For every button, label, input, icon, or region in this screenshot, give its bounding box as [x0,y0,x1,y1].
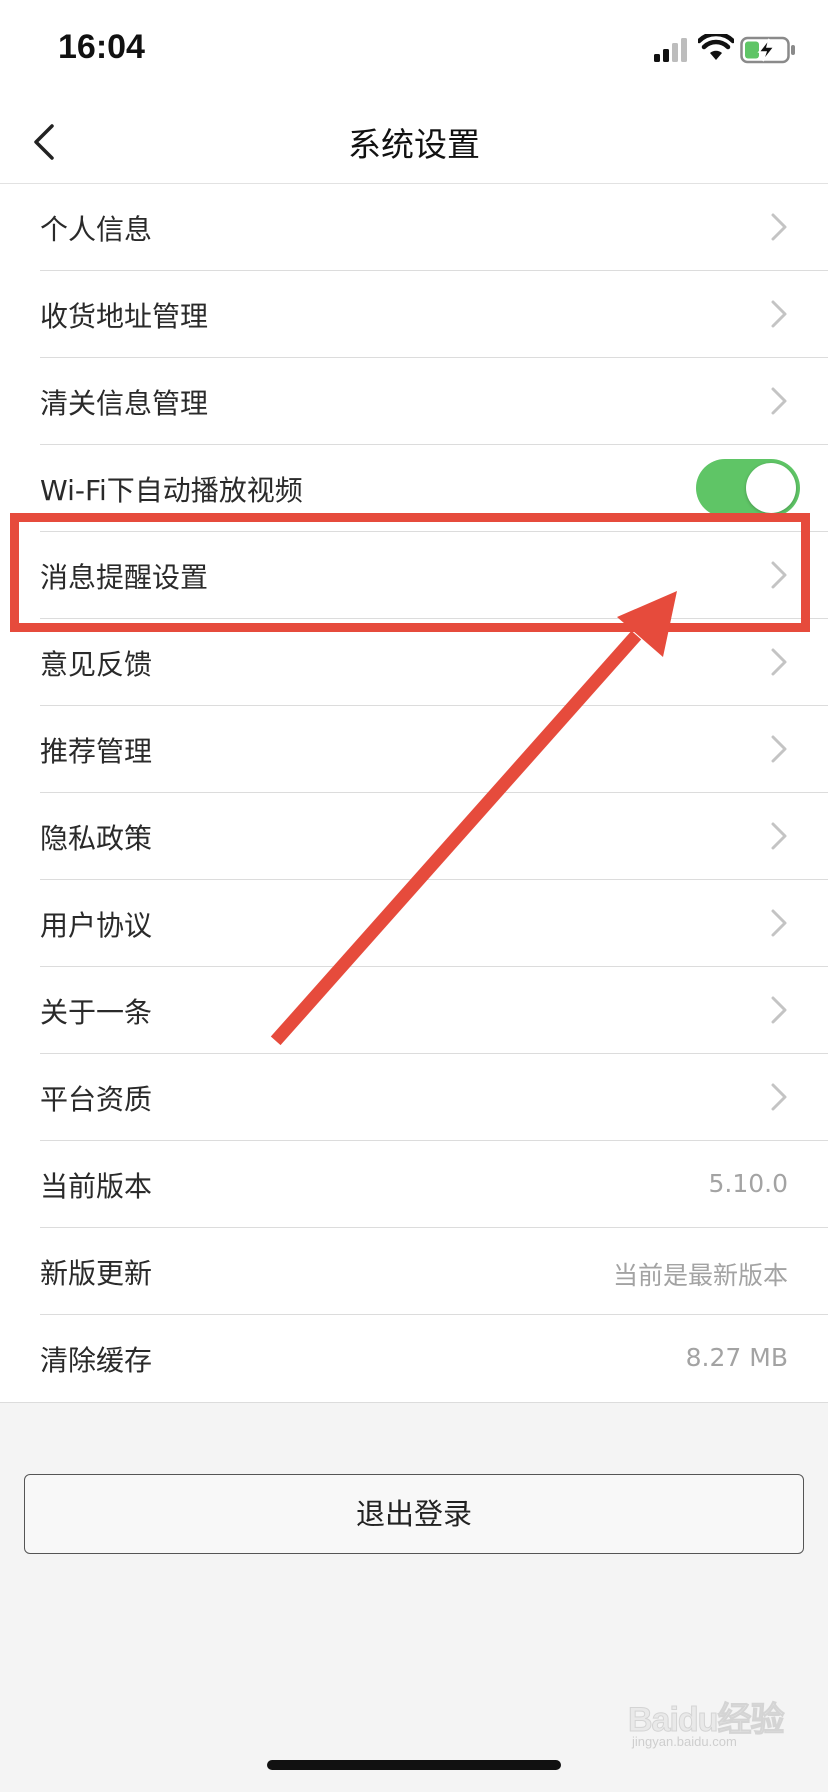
chevron-right-icon [771,213,787,241]
settings-item-clear-cache[interactable]: 清除缓存 8.27 MB [0,1315,828,1402]
status-bar: 16:04 [0,0,828,100]
settings-item-check-update[interactable]: 新版更新 当前是最新版本 [0,1228,828,1315]
settings-item-shipping-address[interactable]: 收货地址管理 [0,271,828,358]
signal-icon [654,38,687,62]
settings-item-label: Wi-Fi下自动播放视频 [40,474,303,507]
settings-item-label: 个人信息 [40,213,153,246]
settings-item-personal-info[interactable]: 个人信息 [0,184,828,271]
chevron-right-icon [771,735,787,763]
settings-item-label: 用户协议 [40,909,153,942]
wifi-autoplay-toggle[interactable] [696,459,800,517]
cache-size-value: 8.27 MB [685,1343,788,1372]
chevron-right-icon [771,996,787,1024]
update-status-value: 当前是最新版本 [612,1261,788,1290]
settings-item-label: 收货地址管理 [40,300,209,333]
settings-item-privacy-policy[interactable]: 隐私政策 [0,793,828,880]
version-value: 5.10.0 [708,1169,788,1198]
battery-charging-icon [740,36,795,64]
chevron-right-icon [771,300,787,328]
logout-button[interactable]: 退出登录 [24,1474,804,1554]
highlight-annotation-box [10,513,810,632]
settings-item-label: 平台资质 [40,1083,153,1116]
baidu-jingyan-watermark: Baidu经验 jingyan.baidu.com [627,1690,788,1750]
settings-item-label: 当前版本 [40,1170,153,1203]
settings-item-user-agreement[interactable]: 用户协议 [0,880,828,967]
settings-item-platform-qualification[interactable]: 平台资质 [0,1054,828,1141]
settings-item-current-version: 当前版本 5.10.0 [0,1141,828,1228]
settings-item-label: 关于一条 [40,996,153,1029]
settings-screen: 16:04 系统设置 个人信息 收货地址管理 清关信息管理 Wi-Fi下自动播放… [0,0,828,1792]
settings-item-feedback[interactable]: 意见反馈 [0,619,828,706]
home-indicator[interactable] [267,1760,561,1770]
settings-item-recommendation[interactable]: 推荐管理 [0,706,828,793]
settings-item-label: 推荐管理 [40,735,153,768]
chevron-right-icon [771,822,787,850]
settings-item-label: 清除缓存 [40,1344,153,1377]
chevron-right-icon [771,387,787,415]
settings-item-about[interactable]: 关于一条 [0,967,828,1054]
toggle-knob [746,463,796,513]
chevron-right-icon [771,1083,787,1111]
chevron-right-icon [771,648,787,676]
chevron-right-icon [771,909,787,937]
page-title: 系统设置 [348,125,480,164]
watermark-url: jingyan.baidu.com [632,1734,737,1749]
nav-bar: 系统设置 [0,100,828,184]
status-time: 16:04 [58,28,145,66]
settings-item-label: 意见反馈 [40,648,153,681]
settings-item-customs-info[interactable]: 清关信息管理 [0,358,828,445]
wifi-icon [698,34,734,60]
settings-item-label: 隐私政策 [40,822,153,855]
settings-list: 个人信息 收货地址管理 清关信息管理 Wi-Fi下自动播放视频 消息提醒设置 意… [0,184,828,1403]
settings-item-label: 新版更新 [40,1257,153,1290]
settings-item-label: 清关信息管理 [40,387,209,420]
